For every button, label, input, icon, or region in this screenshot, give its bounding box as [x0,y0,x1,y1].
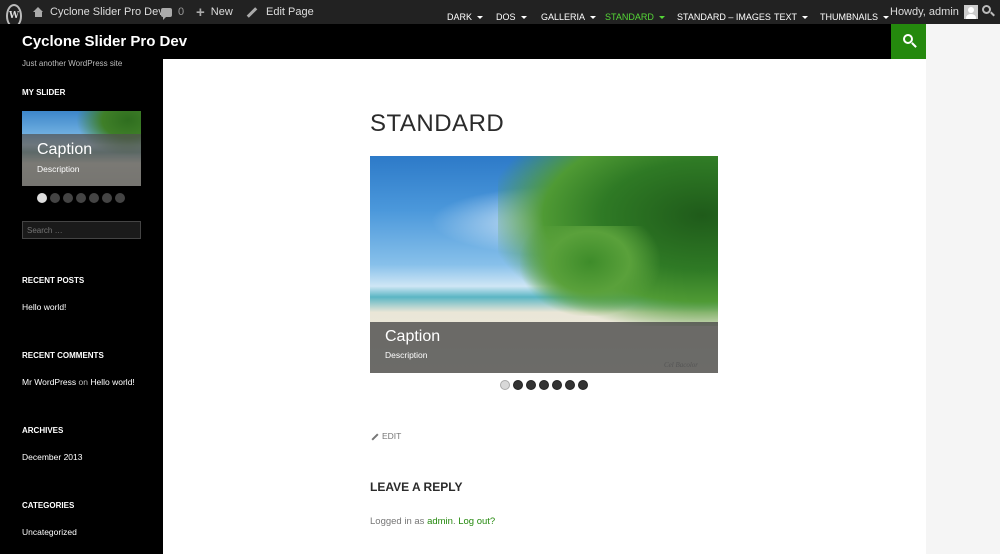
widget-title-my-slider: My Slider [22,88,66,97]
account-menu[interactable]: Howdy, admin [890,0,978,24]
sidebar-slider-caption: Caption [37,141,93,158]
howdy-label: Howdy, admin [890,6,959,18]
nav-item-standard[interactable]: Standard [605,0,665,35]
pager-dot[interactable] [50,193,60,203]
photo-credit-watermark: Cel Bacolor [664,361,699,369]
comment-icon [161,7,172,20]
caret-down-icon [802,16,809,20]
plus-icon: + [196,3,205,21]
widget-title-archives: Archives [22,426,64,435]
nav-item-text[interactable]: Text [774,0,809,35]
pager-dot[interactable] [565,380,575,390]
nav-label: Text [774,12,798,22]
caret-down-icon [658,16,665,20]
new-content-link[interactable]: + New [196,0,233,24]
recent-comment-entry: Mr WordPress on Hello world! [22,377,135,387]
logout-link[interactable]: Log out? [458,516,495,527]
pager-dot[interactable] [102,193,112,203]
pager-dot[interactable] [513,380,523,390]
pager-dot[interactable] [500,380,510,390]
nav-item-thumbnails[interactable]: Thumbnails [820,0,890,35]
comments-link[interactable]: 0 [161,0,184,24]
edit-page-label: Edit Page [266,6,314,18]
edit-page-link[interactable]: Edit Page [246,0,314,24]
widget-title-categories: Categories [22,501,75,510]
caret-down-icon [477,16,484,20]
slider-pager [500,380,588,390]
pager-dot[interactable] [578,380,588,390]
comment-post-link[interactable]: Hello world! [90,377,134,387]
caret-down-icon [520,16,527,20]
search-toggle-button[interactable] [891,24,926,59]
edit-label: Edit [382,431,402,441]
pager-dot[interactable] [526,380,536,390]
sidebar-slider-pager [37,193,125,203]
pager-dot[interactable] [63,193,73,203]
nav-label: Standard – Images [677,12,771,22]
site-name-link[interactable]: Cyclone Slider Pro Dev [33,0,164,24]
caret-down-icon [883,16,890,20]
reply-title: Leave a Reply [370,480,463,494]
nav-label: Dark [447,12,473,22]
pencil-icon [371,433,379,441]
category-link[interactable]: Uncategorized [22,527,77,537]
home-icon [33,7,44,17]
site-name-label: Cyclone Slider Pro Dev [50,6,164,18]
pager-dot[interactable] [552,380,562,390]
pager-dot[interactable] [76,193,86,203]
pager-dot[interactable] [539,380,549,390]
pager-dot[interactable] [89,193,99,203]
profile-link[interactable]: admin [427,516,453,527]
slider-caption: Caption [385,328,441,345]
logged-in-prefix: Logged in as [370,516,425,527]
page-title: Standard [370,110,505,137]
comments-count: 0 [178,6,185,18]
new-label: New [210,6,233,18]
nav-label: Galleria [541,12,586,22]
site-tagline: Just another WordPress site [22,59,123,68]
right-gutter [926,24,1000,554]
nav-label: Thumbnails [820,12,879,22]
site-title[interactable]: Cyclone Slider Pro Dev [22,33,187,50]
sidebar-search-input[interactable] [22,221,141,239]
pager-dot[interactable] [115,193,125,203]
caret-down-icon [590,16,597,20]
nav-label: Dos [496,12,516,22]
comment-on-text: on [78,377,88,387]
recent-post-link[interactable]: Hello world! [22,302,66,312]
archive-link[interactable]: December 2013 [22,452,82,462]
nav-item-dark[interactable]: Dark [447,0,484,35]
slider-description: Description [385,350,428,360]
edit-post-link[interactable]: Edit [371,431,401,441]
pencil-icon [246,6,258,18]
widget-title-recent-comments: Recent Comments [22,351,104,360]
pager-dot[interactable] [37,193,47,203]
admin-search-icon[interactable] [982,5,995,17]
avatar [963,5,978,19]
logged-in-notice: Logged in as admin. Log out? [370,516,496,527]
nav-item-standard-images[interactable]: Standard – Images [677,0,771,35]
comment-author-link[interactable]: Mr WordPress [22,377,76,387]
widget-title-recent-posts: Recent Posts [22,276,85,285]
nav-label: Standard [605,12,654,22]
nav-item-dos[interactable]: Dos [496,0,527,35]
sidebar-slider-description: Description [37,164,80,174]
nav-item-galleria[interactable]: Galleria [541,0,597,35]
